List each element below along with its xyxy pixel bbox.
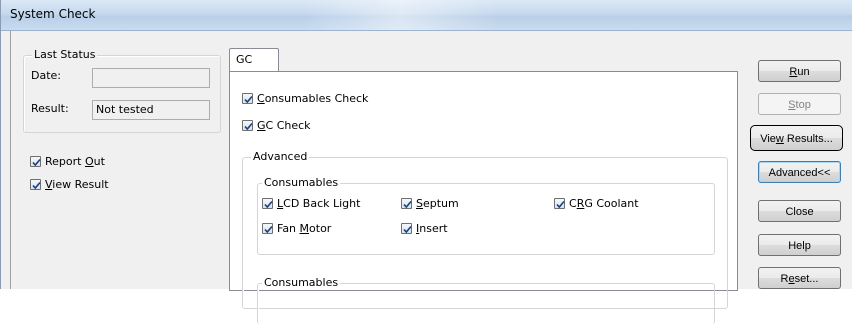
gc-check-label: GC Check [257, 119, 311, 132]
fan-motor-label: Fan Motor [277, 222, 332, 235]
last-status-group-label: Last Status [32, 48, 98, 61]
title-bar[interactable]: System Check [1, 0, 852, 31]
date-field[interactable] [92, 68, 210, 88]
consumables-group-2: Consumables [257, 276, 715, 324]
advanced-toggle-button[interactable]: Advanced<< [758, 161, 841, 183]
run-button[interactable]: Run [758, 60, 841, 82]
septum-check-icon [401, 198, 412, 209]
window-title: System Check [10, 7, 96, 21]
reset-button[interactable]: Reset... [758, 267, 841, 289]
title-bar-glare [301, 0, 501, 30]
advanced-group-label: Advanced [251, 150, 310, 163]
report-out-label: Report Out [45, 155, 105, 168]
result-label: Result: [31, 102, 69, 115]
lcd-back-light-check-icon [262, 198, 273, 209]
insert-check-icon [401, 223, 412, 234]
crg-coolant-check-icon [554, 198, 565, 209]
last-status-group: Last Status Date: Result: Not tested [23, 48, 221, 133]
crg-coolant-label: CRG Coolant [569, 197, 639, 210]
fan-motor-checkbox[interactable]: Fan Motor [262, 222, 331, 235]
lcd-back-light-checkbox[interactable]: LCD Back Light [262, 197, 360, 210]
consumables-group-label: Consumables [262, 176, 341, 189]
septum-checkbox[interactable]: Septum [401, 197, 459, 210]
consumables-check-label: Consumables Check [257, 92, 369, 105]
septum-label: Septum [416, 197, 459, 210]
help-button[interactable]: Help [758, 234, 841, 256]
result-field[interactable]: Not tested [92, 100, 210, 120]
advanced-group: Advanced Consumables LCD Back Light Sept… [242, 150, 728, 324]
consumables-group: Consumables LCD Back Light Septum CRG Co… [257, 176, 715, 255]
lcd-back-light-label: LCD Back Light [277, 197, 361, 210]
consumables-check-checkbox[interactable]: Consumables Check [242, 92, 368, 105]
view-result-checkbox[interactable]: View Result [30, 178, 109, 191]
fan-motor-check-icon [262, 223, 273, 234]
system-check-window: System Check Last Status Date: Result: N… [0, 0, 852, 324]
stop-button[interactable]: Stop [758, 93, 841, 115]
view-result-label: View Result [45, 178, 109, 191]
insert-checkbox[interactable]: Insert [401, 222, 448, 235]
gc-check-checkbox[interactable]: GC Check [242, 119, 311, 132]
consumables-group-2-label: Consumables [262, 276, 341, 289]
tab-gc[interactable]: GC [229, 48, 279, 72]
dialog-client-area: Last Status Date: Result: Not tested Rep… [10, 31, 852, 324]
date-label: Date: [31, 69, 61, 82]
view-results-button[interactable]: View Results... [750, 125, 843, 151]
crg-coolant-checkbox[interactable]: CRG Coolant [554, 197, 639, 210]
report-out-check-icon [30, 156, 41, 167]
report-out-checkbox[interactable]: Report Out [30, 155, 105, 168]
consumables-check-check-icon [242, 93, 253, 104]
close-button[interactable]: Close [758, 200, 841, 222]
gc-tab-panel: Consumables Check GC Check Advanced Cons… [229, 71, 738, 324]
gc-check-check-icon [242, 120, 253, 131]
view-result-check-icon [30, 179, 41, 190]
insert-label: Insert [416, 222, 448, 235]
